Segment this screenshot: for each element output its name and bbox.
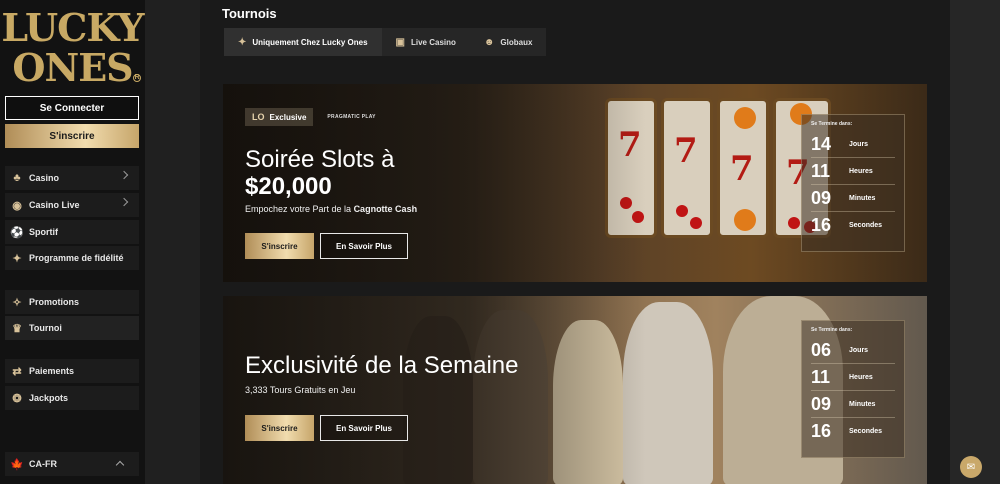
banner-subtitle-bold: Cagnotte Cash <box>353 204 418 214</box>
chat-icon: ✉ <box>966 461 976 473</box>
background-strip-right <box>950 0 1000 484</box>
banner-subtitle: Empochez votre Part de la Cagnotte Cash <box>245 204 417 214</box>
tab-label: Uniquement Chez Lucky Ones <box>252 37 368 47</box>
timer-row: 11 Heures <box>811 364 895 391</box>
sidebar-item-label: Paiements <box>29 366 75 376</box>
timer-value: 09 <box>811 187 832 208</box>
timer-row: 16 Secondes <box>811 418 895 445</box>
chevron-up-icon <box>115 460 125 470</box>
tab-live-casino[interactable]: ▣ Live Casino <box>381 28 470 56</box>
language-selector[interactable]: 🍁 CA-FR <box>5 452 139 476</box>
banner-title: Exclusivité de la Semaine <box>245 352 519 379</box>
banner-subtitle-text: Empochez votre Part de la <box>245 204 354 214</box>
timer-value: 11 <box>811 366 831 387</box>
countdown-timer: Se Termine dans: 14 Jours 11 Heures 09 Minu… <box>801 114 905 252</box>
timer-label: Se Termine dans: <box>811 121 853 127</box>
timer-value: 16 <box>811 215 832 235</box>
pragmatic-play-logo: PRAGMATIC PLAY <box>327 114 376 120</box>
tournament-banner-slots[interactable]: 7 7 7 7 LO Exclusive PRAGMATIC PLAY Soir… <box>223 84 927 282</box>
timer-value: 16 <box>811 421 832 441</box>
sidebar-item-casino[interactable]: ♣ Casino <box>5 166 139 190</box>
banner-title-line1: Soirée Slots à <box>245 146 395 173</box>
sidebar-item-label: Tournoi <box>29 323 62 333</box>
sidebar-item-promotions[interactable]: ✧ Promotions <box>5 290 139 314</box>
banner-badges: LO Exclusive PRAGMATIC PLAY <box>245 108 376 126</box>
sidebar: LUCKY ONES R Se Connecter S'inscrire ♣ Ca… <box>0 0 145 484</box>
cards-icon: ♣ <box>13 172 21 184</box>
timer-row: 14 Jours <box>811 131 895 158</box>
chat-support-button[interactable]: ✉ <box>960 456 982 478</box>
banner-signup-button[interactable]: S'inscrire <box>245 233 314 259</box>
sidebar-item-casino-live[interactable]: ◉ Casino Live <box>5 193 139 217</box>
sidebar-item-label: Casino Live <box>29 200 80 210</box>
countdown-timer: Se Termine dans: 06 Jours 11 Heures 09 Minu… <box>801 320 905 458</box>
sidebar-item-jackpots[interactable]: ❂ Jackpots <box>5 386 139 410</box>
banner-more-button[interactable]: En Savoir Plus <box>320 415 408 441</box>
star-icon: ✦ <box>12 252 22 265</box>
tab-label: Globaux <box>500 37 533 47</box>
timer-unit: Secondes <box>849 222 883 229</box>
timer-label: Se Termine dans: <box>811 327 853 333</box>
timer-value: 14 <box>811 133 832 154</box>
tournament-tabs: ✦ Uniquement Chez Lucky Ones ▣ Live Casi… <box>224 28 547 56</box>
logo-line-2: ONES <box>12 45 133 90</box>
live-icon: ◉ <box>12 199 22 212</box>
tournament-banner-weekly[interactable]: Exclusivité de la Semaine 3,333 Tours Gr… <box>223 296 927 484</box>
chevron-right-icon <box>119 197 129 207</box>
tab-label: Live Casino <box>410 37 456 47</box>
jackpot-icon: ❂ <box>12 392 22 405</box>
timer-row: 09 Minutes <box>811 391 895 418</box>
tab-globaux[interactable]: ☻ Globaux <box>469 28 547 56</box>
banner-title: Soirée Slots à $20,000 <box>245 146 394 200</box>
badge-label: Exclusive <box>269 112 307 122</box>
chevron-right-icon <box>119 170 129 180</box>
transfer-icon: ⇄ <box>12 365 22 378</box>
sports-icon: ⚽ <box>10 226 24 239</box>
timer-row: 06 Jours <box>811 337 895 364</box>
timer-unit: Heures <box>849 167 873 175</box>
live-casino-icon: ▣ <box>395 36 405 48</box>
signup-button[interactable]: S'inscrire <box>5 124 139 148</box>
banner-more-button[interactable]: En Savoir Plus <box>320 233 408 259</box>
timer-unit: Minutes <box>849 400 876 408</box>
sparkle-icon: ✦ <box>238 36 247 48</box>
sidebar-item-label: Programme de fidélité <box>29 253 124 263</box>
logo-line-1: LUCKY <box>1 5 144 50</box>
timer-row: 16 Secondes <box>811 212 895 239</box>
language-label: CA-FR <box>29 459 57 469</box>
trophy-icon: ♛ <box>12 322 22 335</box>
banner-signup-button[interactable]: S'inscrire <box>245 415 314 441</box>
sidebar-item-tournoi[interactable]: ♛ Tournoi <box>5 316 139 340</box>
timer-value: 06 <box>811 339 832 360</box>
party-icon: ✧ <box>12 296 22 309</box>
timer-row: 09 Minutes <box>811 185 895 212</box>
banner-title-line2: $20,000 <box>245 173 332 200</box>
sidebar-item-label: Sportif <box>29 227 58 237</box>
sidebar-item-sportif[interactable]: ⚽ Sportif <box>5 220 139 244</box>
timer-unit: Secondes <box>849 428 883 435</box>
users-icon: ☻ <box>483 36 495 48</box>
timer-unit: Jours <box>849 140 869 148</box>
exclusive-badge: LO Exclusive <box>245 108 314 126</box>
brand-logo[interactable]: LUCKY ONES R <box>0 8 145 88</box>
timer-unit: Minutes <box>849 194 876 202</box>
registered-mark: R <box>132 74 141 82</box>
sidebar-item-label: Promotions <box>29 297 80 307</box>
login-button[interactable]: Se Connecter <box>5 96 139 120</box>
sidebar-item-label: Casino <box>29 173 60 183</box>
timer-unit: Heures <box>849 373 873 381</box>
timer-value: 11 <box>811 160 831 181</box>
sidebar-item-fidelite[interactable]: ✦ Programme de fidélité <box>5 246 139 270</box>
timer-row: 11 Heures <box>811 158 895 185</box>
page-title: Tournois <box>222 6 277 21</box>
timer-unit: Jours <box>849 346 869 354</box>
sidebar-item-label: Jackpots <box>29 393 69 403</box>
timer-value: 09 <box>811 393 832 414</box>
background-strip <box>145 0 200 484</box>
lucky-ones-mini-logo-icon: LO <box>252 112 265 122</box>
sidebar-item-paiements[interactable]: ⇄ Paiements <box>5 359 139 383</box>
tab-lucky-ones[interactable]: ✦ Uniquement Chez Lucky Ones <box>224 28 382 56</box>
banner-subtitle: 3,333 Tours Gratuits en Jeu <box>245 385 356 395</box>
canada-flag-icon: 🍁 <box>10 458 24 471</box>
